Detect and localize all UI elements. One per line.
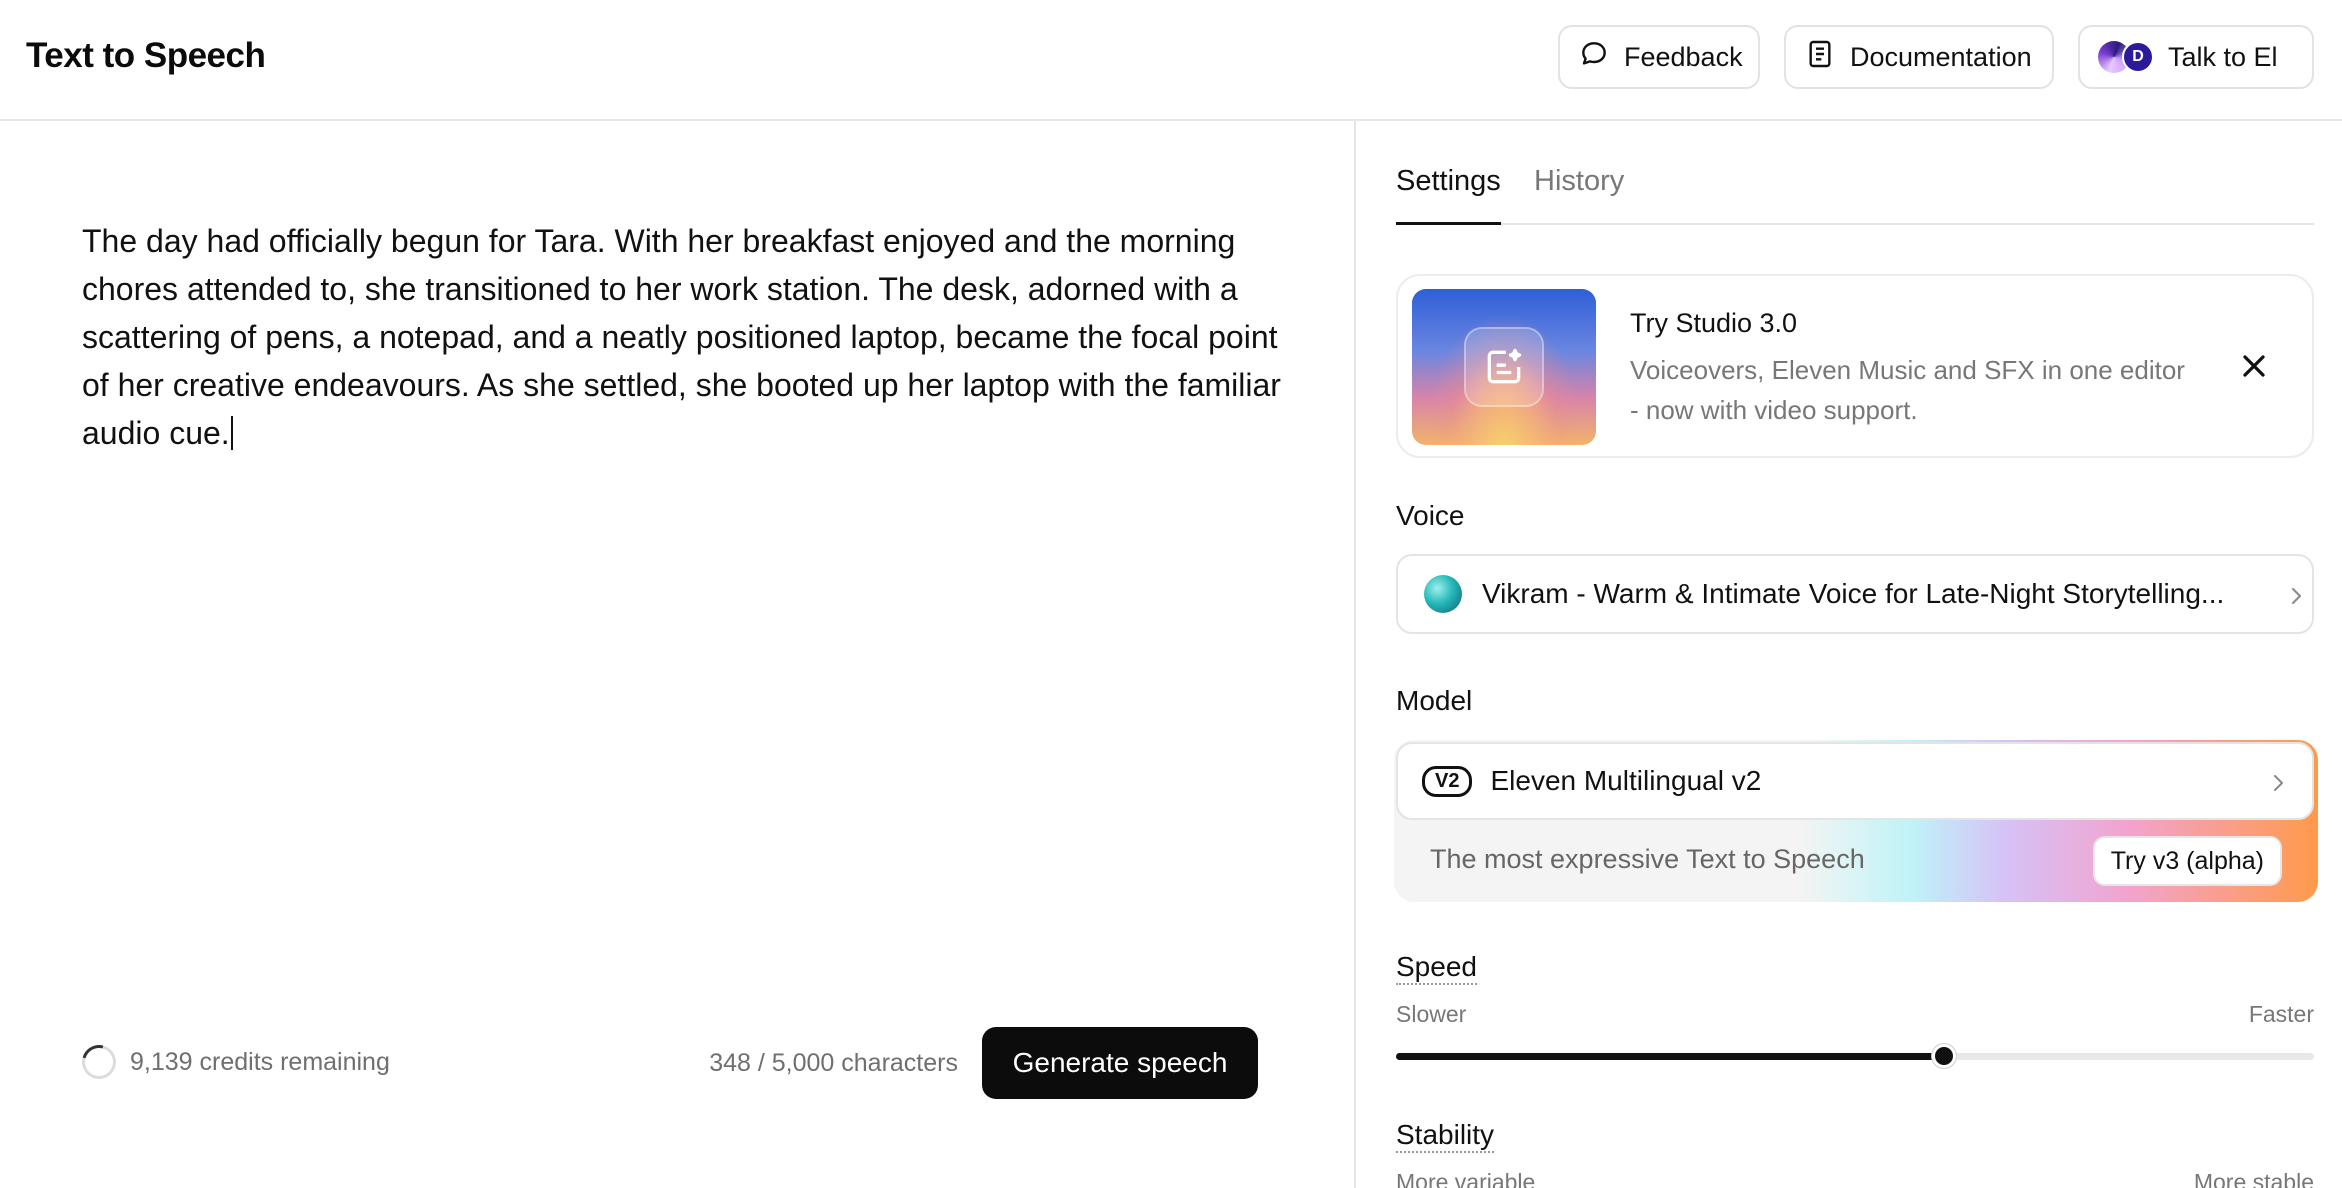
speed-min-label: Slower xyxy=(1396,1001,1467,1027)
talk-to-el-label: Talk to El xyxy=(2168,41,2278,72)
feedback-button[interactable]: Feedback xyxy=(1558,25,1760,89)
chevron-right-icon xyxy=(2266,769,2290,797)
generate-speech-button[interactable]: Generate speech xyxy=(982,1027,1258,1099)
editor-footer: 9,139 credits remaining 348 / 5,000 char… xyxy=(75,1027,1258,1099)
tab-history[interactable]: History xyxy=(1534,165,1624,218)
model-subtitle: The most expressive Text to Speech xyxy=(1430,844,1865,874)
app-root: Text to Speech Feedback Documentation D xyxy=(0,0,2342,1188)
voice-label: Voice xyxy=(1396,500,1465,531)
document-icon xyxy=(1804,38,1836,77)
studio-thumbnail xyxy=(1412,289,1596,445)
model-name: Eleven Multilingual v2 xyxy=(1490,765,1762,796)
stability-max-label: More stable xyxy=(2193,1169,2314,1188)
credits-indicator: 9,139 credits remaining xyxy=(75,1038,390,1086)
model-card: V2 Eleven Multilingual v2 The most expre… xyxy=(1394,740,2318,902)
speed-slider-fill xyxy=(1396,1053,1945,1060)
stability-min-label: More variable xyxy=(1396,1169,1536,1188)
documentation-button[interactable]: Documentation xyxy=(1784,25,2054,89)
credits-text: 9,139 credits remaining xyxy=(130,1047,390,1076)
text-caret xyxy=(230,416,233,450)
voice-name: Vikram - Warm & Intimate Voice for Late-… xyxy=(1482,578,2225,609)
talk-to-el-button[interactable]: D Talk to El xyxy=(2078,25,2314,89)
model-selector[interactable]: V2 Eleven Multilingual v2 xyxy=(1396,742,2314,820)
studio-document-sparkle-icon xyxy=(1464,327,1544,407)
chat-bubble-icon xyxy=(1578,38,1610,77)
close-icon[interactable] xyxy=(2236,348,2272,384)
text-editor-area: The day had officially begun for Tara. W… xyxy=(0,121,1354,1188)
promo-title: Try Studio 3.0 xyxy=(1630,308,1798,338)
voice-selector[interactable]: Vikram - Warm & Intimate Voice for Late-… xyxy=(1396,554,2314,634)
try-v3-button[interactable]: Try v3 (alpha) xyxy=(2092,836,2282,886)
studio-promo-card[interactable]: Try Studio 3.0 Voiceovers, Eleven Music … xyxy=(1396,274,2314,458)
talk-avatars: D xyxy=(2098,39,2154,75)
speed-label: Speed xyxy=(1396,951,1477,985)
panel-tabs: Settings History xyxy=(1396,165,2314,225)
stability-label: Stability xyxy=(1396,1119,1495,1153)
top-header: Text to Speech Feedback Documentation D xyxy=(0,0,2342,121)
character-count: 348 / 5,000 characters xyxy=(709,1049,958,1077)
model-version-badge: V2 xyxy=(1422,765,1473,797)
tab-settings[interactable]: Settings xyxy=(1396,165,1501,225)
text-input[interactable]: The day had officially begun for Tara. W… xyxy=(82,217,1282,457)
settings-panel: Settings History Try Studio 3.0 Voiceove… xyxy=(1356,121,2342,1188)
speed-max-label: Faster xyxy=(2248,1001,2314,1027)
model-label: Model xyxy=(1396,685,1473,716)
promo-description: Voiceovers, Eleven Music and SFX in one … xyxy=(1630,355,2185,425)
credits-ring-icon xyxy=(75,1038,123,1086)
voice-avatar xyxy=(1424,575,1462,613)
speed-slider[interactable] xyxy=(1396,1041,2314,1071)
speed-slider-thumb[interactable] xyxy=(1932,1044,1957,1068)
editor-content: The day had officially begun for Tara. W… xyxy=(82,223,1281,451)
feedback-label: Feedback xyxy=(1624,41,1743,72)
page-title: Text to Speech xyxy=(26,36,266,75)
user-avatar: D xyxy=(2122,41,2154,73)
documentation-label: Documentation xyxy=(1850,41,2032,72)
chevron-right-icon xyxy=(2284,582,2308,610)
